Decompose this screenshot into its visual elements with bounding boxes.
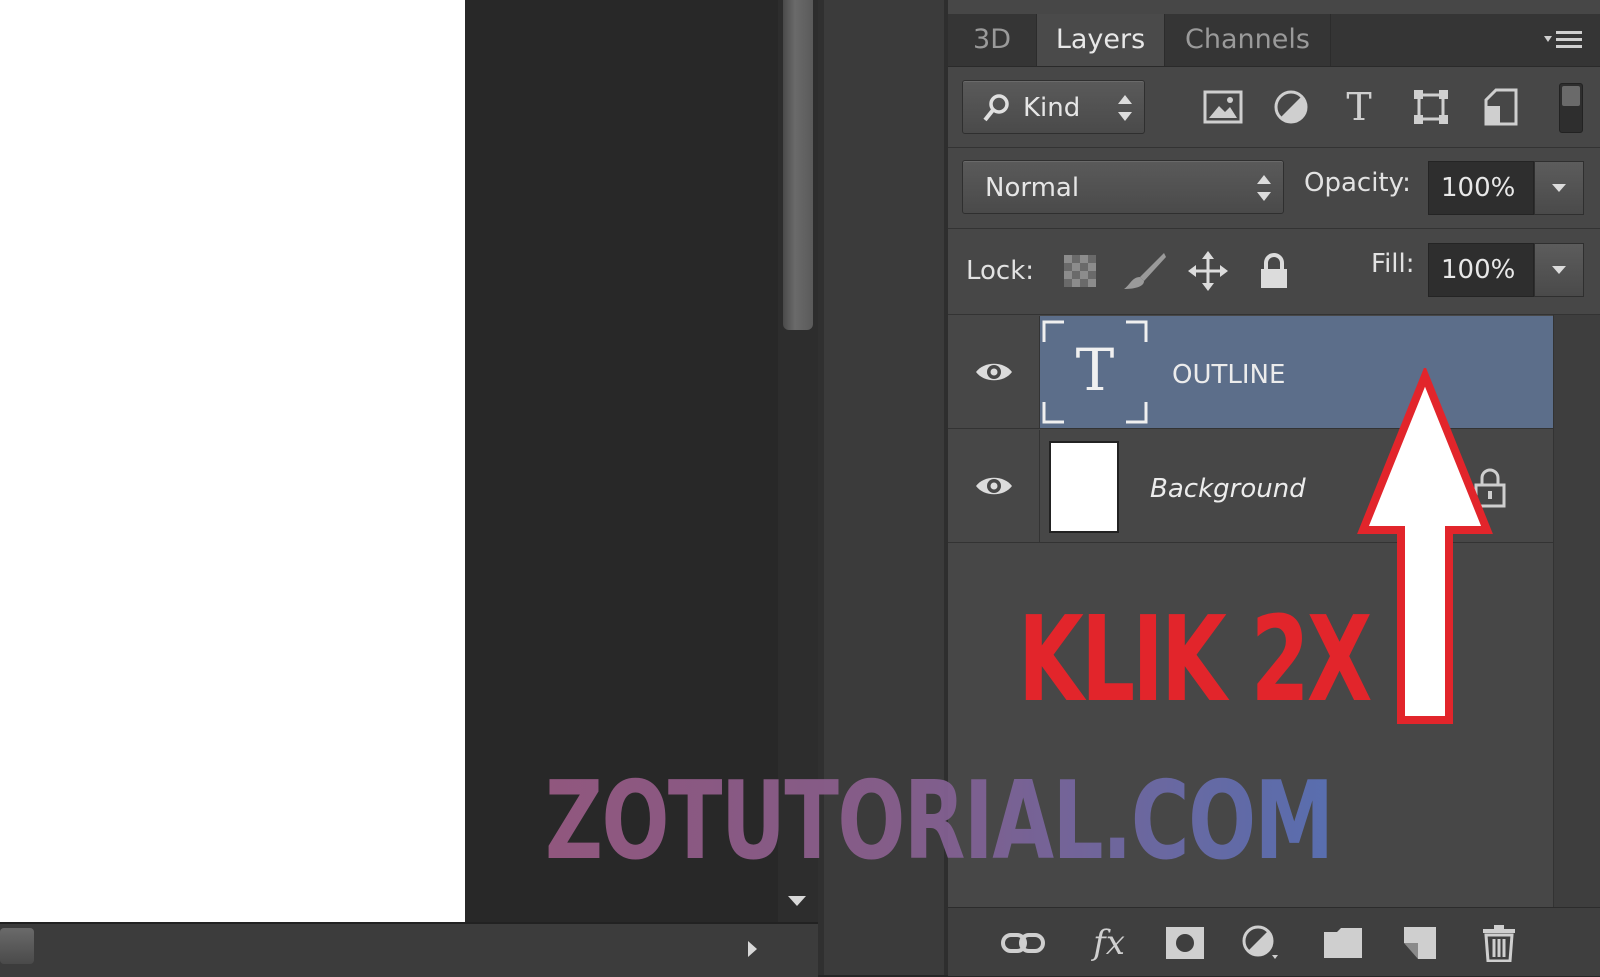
tab-3d[interactable]: 3D xyxy=(948,14,1037,66)
horizontal-scrollbar[interactable] xyxy=(0,922,818,977)
layers-list-scrollbar[interactable] xyxy=(1553,315,1600,907)
blend-mode-select[interactable]: Normal xyxy=(962,160,1284,214)
layer-name-background[interactable]: Background xyxy=(1150,474,1306,504)
lock-transparent-icon[interactable] xyxy=(1058,249,1102,293)
select-arrows-icon xyxy=(1118,95,1132,121)
search-icon xyxy=(983,93,1011,123)
layer-name-outline[interactable]: OUTLINE xyxy=(1172,360,1285,390)
tab-channels[interactable]: Channels xyxy=(1165,14,1331,66)
fx-icon[interactable]: fx xyxy=(1084,920,1134,966)
eye-icon xyxy=(975,477,1012,495)
fill-dropdown-button[interactable] xyxy=(1534,243,1584,297)
scroll-right-arrow-icon[interactable] xyxy=(748,941,757,957)
image-filter-icon[interactable] xyxy=(1200,84,1246,130)
smart-object-filter-icon[interactable] xyxy=(1478,84,1524,130)
eye-icon xyxy=(975,363,1012,381)
filter-kind-label: Kind xyxy=(1023,93,1081,123)
filter-toggle-switch[interactable] xyxy=(1559,83,1583,133)
tab-layers[interactable]: Layers xyxy=(1037,14,1165,66)
new-layer-icon[interactable] xyxy=(1396,920,1446,966)
link-layers-icon[interactable] xyxy=(998,920,1048,966)
visibility-toggle-background[interactable] xyxy=(948,430,1040,542)
text-layer-glyph: T xyxy=(1075,336,1115,404)
fx-label: fx xyxy=(1093,923,1125,963)
blend-mode-value: Normal xyxy=(985,173,1080,203)
lock-image-icon[interactable] xyxy=(1122,249,1166,293)
text-layer-thumbnail: T xyxy=(1042,320,1148,424)
opacity-dropdown-button[interactable] xyxy=(1534,161,1584,215)
opacity-label: Opacity: xyxy=(1304,168,1411,198)
new-group-icon[interactable] xyxy=(1318,920,1368,966)
adjustment-filter-icon[interactable] xyxy=(1268,84,1314,130)
scroll-down-arrow-icon[interactable] xyxy=(788,896,806,906)
fill-label: Fill: xyxy=(1371,249,1415,279)
vertical-scroll-thumb[interactable] xyxy=(783,0,813,330)
lock-label: Lock: xyxy=(966,256,1035,286)
horizontal-scroll-thumb[interactable] xyxy=(0,928,34,964)
lock-position-icon[interactable] xyxy=(1186,249,1230,293)
background-layer-thumbnail xyxy=(1049,441,1119,533)
select-arrows-icon xyxy=(1257,175,1271,201)
fill-input[interactable]: 100% xyxy=(1428,243,1534,297)
annotation-klik-2x: KLIK 2X xyxy=(1018,590,1372,728)
watermark: ZOTUTORIAL.COM xyxy=(545,759,1334,884)
lock-all-icon[interactable] xyxy=(1252,249,1296,293)
opacity-input[interactable]: 100% xyxy=(1428,161,1534,215)
panel-menu-icon[interactable] xyxy=(1540,28,1588,52)
delete-icon[interactable] xyxy=(1474,920,1524,966)
shape-filter-icon[interactable] xyxy=(1408,84,1454,130)
visibility-toggle-outline[interactable] xyxy=(948,316,1040,428)
add-mask-icon[interactable] xyxy=(1160,920,1210,966)
red-arrow-up-icon xyxy=(1357,368,1493,724)
document-canvas[interactable] xyxy=(0,0,465,922)
adjustment-layer-icon[interactable] xyxy=(1236,920,1286,966)
type-filter-icon[interactable]: T xyxy=(1336,84,1382,130)
